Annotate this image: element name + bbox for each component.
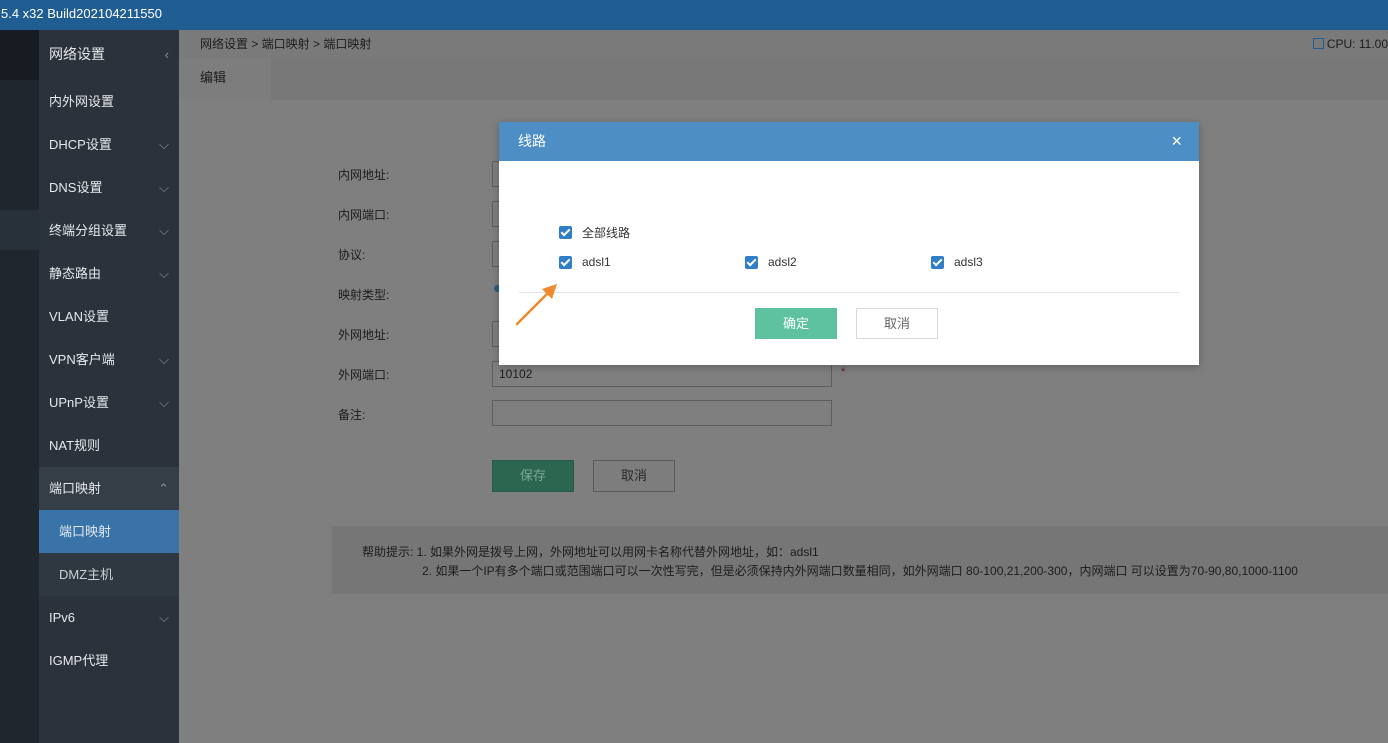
chevron-down-icon: ⌵: [159, 137, 169, 152]
sidebar-item-label: 静态路由: [49, 266, 102, 281]
sidebar-item-label: 端口映射: [59, 524, 112, 539]
line-label: adsl1: [582, 255, 611, 269]
breadcrumb: 网络设置 > 端口映射 > 端口映射: [179, 30, 1388, 58]
tab-bar: 编辑: [179, 58, 1388, 100]
map-type-label: 映射类型:: [338, 288, 390, 302]
all-lines-checkbox[interactable]: 全部线路: [559, 224, 630, 241]
protocol-label: 协议:: [338, 248, 366, 262]
line-select-dialog: 线路 × 全部线路 adsl1 adsl2 adsl3 确定 取消: [499, 122, 1199, 365]
sidebar-item-upnp[interactable]: UPnP设置 ⌵: [39, 381, 179, 424]
sidebar-item-vpn-client[interactable]: VPN客户端 ⌵: [39, 338, 179, 381]
chevron-down-icon: ⌵: [159, 610, 169, 625]
sidebar-subitem-dmz[interactable]: DMZ主机: [39, 553, 179, 596]
line-label: adsl2: [768, 255, 797, 269]
sidebar: 网络设置 ‹ 内外网设置 DHCP设置 ⌵ DNS设置 ⌵ 终端分组设置 ⌵ 静…: [39, 30, 179, 743]
all-lines-label: 全部线路: [582, 226, 631, 240]
dialog-title: 线路: [518, 133, 546, 149]
sidebar-item-ipv6[interactable]: IPv6 ⌵: [39, 596, 179, 639]
chevron-up-icon: ⌃: [158, 481, 169, 496]
tab-edit[interactable]: 编辑: [179, 58, 271, 100]
note-label: 备注:: [338, 408, 366, 422]
checkbox-checked-icon[interactable]: [559, 226, 572, 239]
sidebar-item-nat[interactable]: NAT规则: [39, 424, 179, 467]
sidebar-item-vlan[interactable]: VLAN设置: [39, 295, 179, 338]
sidebar-header-network[interactable]: 网络设置 ‹: [39, 33, 179, 76]
sidebar-header-label: 网络设置: [49, 46, 105, 62]
icon-rail: [0, 30, 39, 743]
help-line-2: 2. 如果一个IP有多个端口或范围端口可以一次性写完，但是必须保持内外网端口数量…: [422, 564, 1298, 578]
line-checkbox-adsl3[interactable]: adsl3: [931, 255, 983, 269]
cpu-label: CPU: 11.00: [1326, 37, 1388, 51]
sidebar-item-label: DHCP设置: [49, 137, 112, 152]
form-cancel-button[interactable]: 取消: [593, 460, 675, 492]
checkbox-checked-icon[interactable]: [745, 255, 758, 269]
sidebar-item-label: DMZ主机: [59, 567, 114, 582]
sidebar-item-dns[interactable]: DNS设置 ⌵: [39, 166, 179, 209]
app-title: 5.4 x32 Build202104211550: [1, 6, 162, 21]
rail-block-active: [0, 210, 39, 250]
sidebar-item-label: UPnP设置: [49, 395, 109, 410]
chevron-down-icon: ⌵: [159, 352, 169, 367]
cpu-icon: [1312, 38, 1324, 49]
sidebar-item-static-route[interactable]: 静态路由 ⌵: [39, 252, 179, 295]
required-mark: *: [841, 366, 846, 378]
chevron-down-icon: ⌵: [159, 223, 169, 238]
sidebar-item-label: IGMP代理: [49, 653, 109, 668]
sidebar-item-dhcp[interactable]: DHCP设置 ⌵: [39, 123, 179, 166]
checkbox-checked-icon[interactable]: [931, 255, 944, 269]
rail-block-top: [0, 30, 39, 80]
save-button[interactable]: 保存: [492, 460, 574, 492]
sidebar-item-terminal-group[interactable]: 终端分组设置 ⌵: [39, 209, 179, 252]
line-label: adsl3: [954, 255, 983, 269]
inner-address-label: 内网地址:: [338, 168, 390, 182]
dialog-header: 线路 ×: [499, 122, 1199, 161]
chevron-down-icon: ⌵: [159, 180, 169, 195]
chevron-down-icon: ⌵: [159, 266, 169, 281]
sidebar-subitem-port-mapping[interactable]: 端口映射: [39, 510, 179, 553]
help-tips: 帮助提示: 1. 如果外网是拨号上网，外网地址可以用网卡名称代替外网地址，如：a…: [332, 526, 1388, 594]
chevron-left-icon: ‹: [164, 47, 169, 62]
dialog-divider: [519, 292, 1180, 293]
sidebar-item-port-mapping-group[interactable]: 端口映射 ⌃: [39, 467, 179, 510]
note-input[interactable]: [492, 400, 832, 426]
sidebar-item-lan-wan[interactable]: 内外网设置: [39, 80, 179, 123]
sidebar-item-label: 内外网设置: [49, 94, 115, 109]
line-checkbox-adsl2[interactable]: adsl2: [745, 255, 797, 269]
sidebar-item-label: DNS设置: [49, 180, 103, 195]
sidebar-item-label: NAT规则: [49, 438, 101, 453]
sidebar-item-label: VLAN设置: [49, 309, 109, 324]
sidebar-item-label: 终端分组设置: [49, 223, 128, 238]
outer-port-label: 外网端口:: [338, 368, 390, 382]
close-icon[interactable]: ×: [1171, 122, 1182, 161]
app-title-bar: 5.4 x32 Build202104211550: [0, 0, 1388, 30]
line-checkbox-adsl1[interactable]: adsl1: [559, 255, 611, 269]
sidebar-item-igmp-proxy[interactable]: IGMP代理: [39, 639, 179, 682]
sidebar-item-label: IPv6: [49, 610, 76, 625]
confirm-button[interactable]: 确定: [755, 308, 837, 339]
annotation-arrow-icon: [515, 284, 557, 326]
chevron-down-icon: ⌵: [159, 395, 169, 410]
sidebar-item-label: VPN客户端: [49, 352, 115, 367]
outer-address-label: 外网地址:: [338, 328, 390, 342]
checkbox-checked-icon[interactable]: [559, 255, 572, 269]
tab-edit-label: 编辑: [200, 70, 227, 85]
help-line-1: 帮助提示: 1. 如果外网是拨号上网，外网地址可以用网卡名称代替外网地址，如：a…: [362, 545, 819, 559]
cpu-status: CPU: 11.00: [1312, 30, 1388, 58]
breadcrumb-text: 网络设置 > 端口映射 > 端口映射: [200, 37, 372, 51]
dialog-cancel-button[interactable]: 取消: [856, 308, 938, 339]
inner-port-label: 内网端口:: [338, 208, 390, 222]
sidebar-item-label: 端口映射: [49, 481, 102, 496]
